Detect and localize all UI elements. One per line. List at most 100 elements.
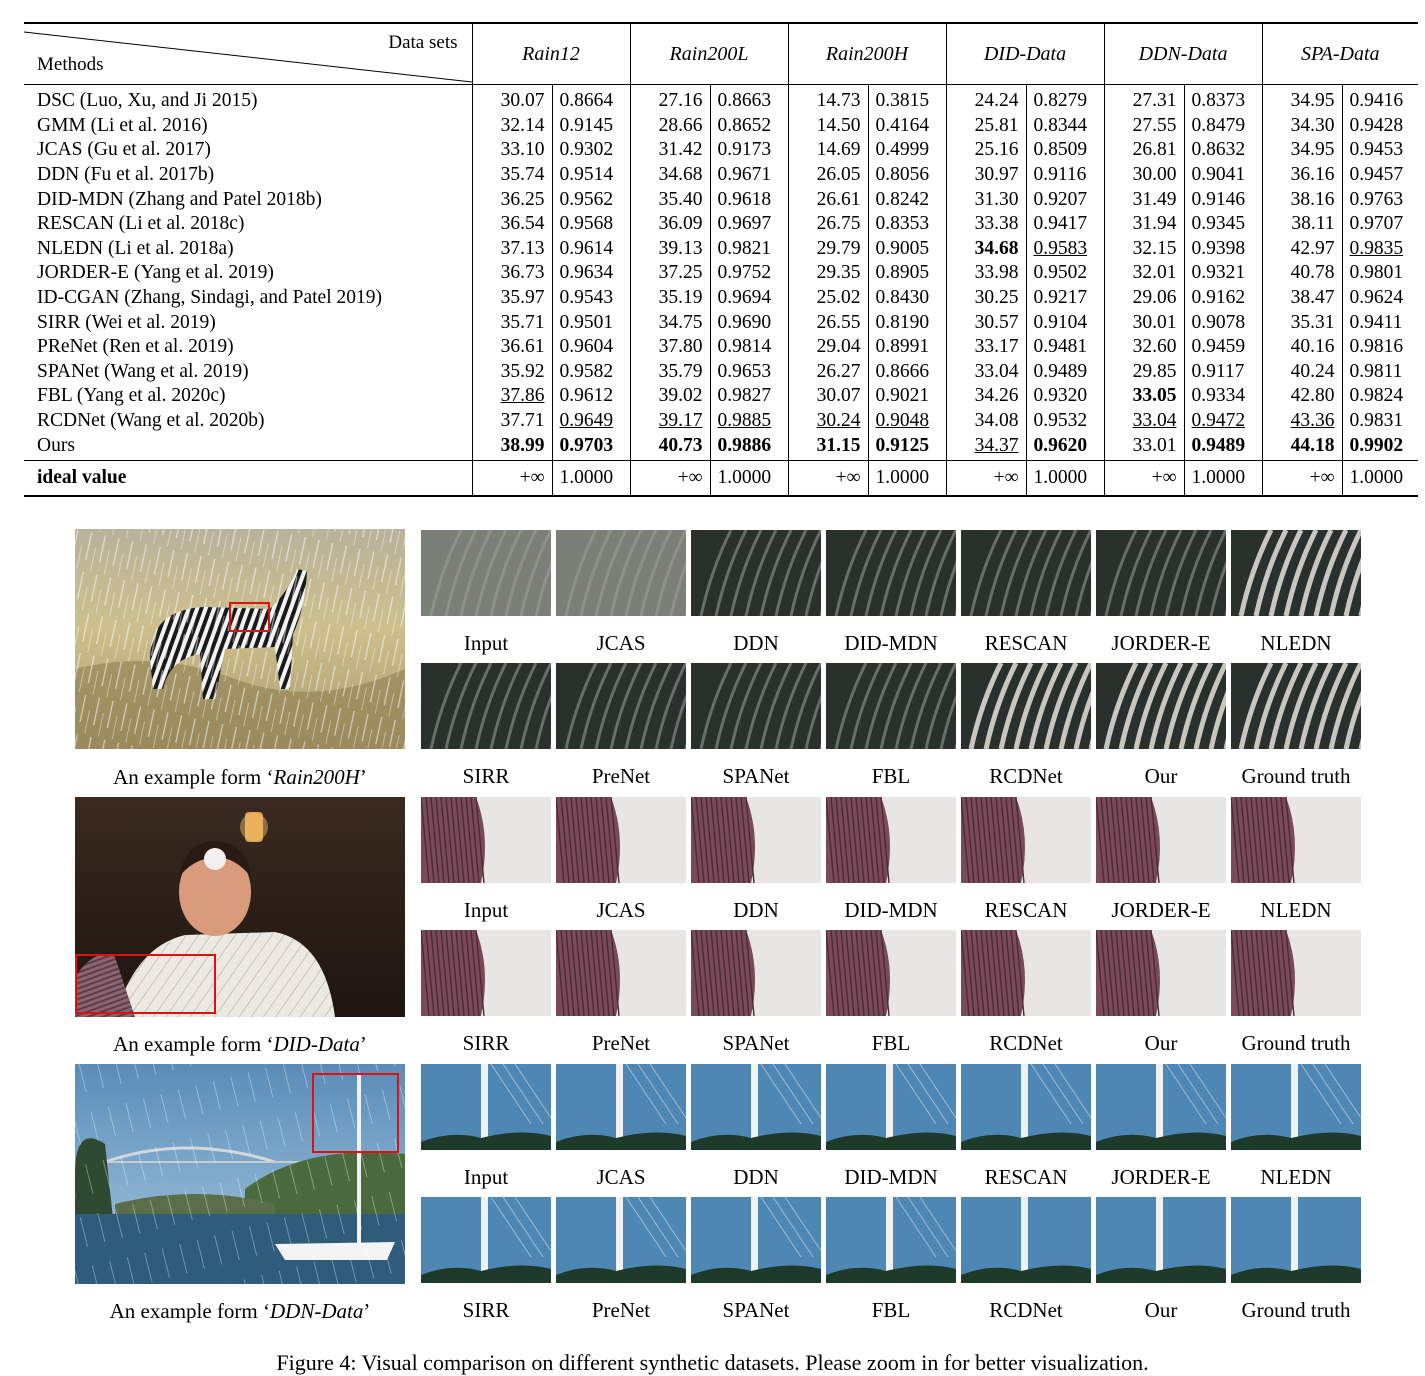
psnr-value: 37.86 [500, 385, 545, 407]
psnr-value: 32.60 [1132, 336, 1177, 358]
table-cell: 31.15 [787, 433, 868, 461]
table-cell: 26.55 [787, 310, 868, 335]
ssim-value: 0.9005 [875, 237, 930, 259]
dataset-header-spa-data: SPA-Data [1261, 23, 1419, 85]
ssim-value: 0.4999 [875, 139, 930, 161]
table-cell: 30.07 [787, 384, 868, 409]
method-label: RESCAN [984, 631, 1068, 655]
table-cell: 37.80 [629, 334, 710, 360]
ssim-value: 0.8479 [1191, 114, 1246, 136]
table-cell: 0.9568 [551, 211, 630, 237]
method-label: NLEDN [1260, 1165, 1332, 1189]
psnr-value: 29.35 [816, 262, 861, 284]
ssim-value: 0.4164 [875, 114, 930, 136]
ideal-psnr: +∞ [1261, 459, 1343, 497]
zoom-region-box [229, 602, 270, 632]
table-cell: 0.9624 [1341, 285, 1419, 311]
table-cell: 34.68 [945, 236, 1026, 262]
result-patch [826, 1064, 956, 1150]
ssim-value: 0.9502 [1033, 262, 1088, 284]
psnr-value: 36.61 [500, 336, 545, 358]
table-cell: 0.9320 [1025, 384, 1104, 409]
result-patch [691, 663, 821, 749]
table-cell: 42.97 [1261, 236, 1343, 262]
ideal-psnr: +∞ [471, 459, 552, 497]
result-patch [691, 930, 821, 1016]
ssim-value: 0.9763 [1349, 188, 1404, 210]
ideal-ssim: 1.0000 [867, 459, 946, 497]
table-cell: 27.31 [1103, 84, 1184, 114]
table-cell: 0.9827 [709, 384, 788, 409]
psnr-value: 34.30 [1290, 114, 1335, 136]
method-name: DID-MDN (Zhang and Patel 2018b) [37, 188, 322, 210]
method-label: FBL [871, 1298, 911, 1322]
caption-prefix: An example form ‘ [113, 765, 274, 789]
table-cell: 0.9671 [709, 162, 788, 188]
psnr-value: 28.66 [658, 114, 703, 136]
table-cell: 37.13 [471, 236, 552, 262]
psnr-value: 34.08 [974, 410, 1019, 432]
method-label: SPANet [722, 1031, 790, 1055]
ssim-value: 0.8190 [875, 311, 930, 333]
method-name: DDN (Fu et al. 2017b) [37, 164, 215, 186]
psnr-value: 34.68 [974, 237, 1019, 259]
ssim-value: 0.9302 [559, 139, 614, 161]
psnr-value: 26.05 [816, 164, 861, 186]
result-patch [961, 930, 1091, 1016]
ideal-ssim: 1.0000 [709, 459, 788, 497]
table-cell: 35.79 [629, 359, 710, 385]
psnr-value: 33.98 [974, 262, 1019, 284]
table-row: RCDNet (Wang et al. 2020b) 37.71 0.9649 39.… [24, 408, 1419, 434]
table-cell: 29.85 [1103, 359, 1184, 385]
psnr-value: 26.27 [816, 360, 861, 382]
table-cell: 0.9125 [867, 433, 946, 461]
psnr-value: 35.40 [658, 188, 703, 210]
table-cell: 29.79 [787, 236, 868, 262]
table-cell: 33.17 [945, 334, 1026, 360]
ssim-value: 0.8509 [1033, 139, 1088, 161]
method-label: JORDER-E [1111, 898, 1211, 922]
ssim-value: 0.9831 [1349, 410, 1404, 432]
psnr-value: 27.55 [1132, 114, 1177, 136]
ssim-value: 0.9041 [1191, 164, 1246, 186]
table-cell: 0.9811 [1341, 359, 1419, 385]
method-label: RCDNet [989, 764, 1063, 788]
psnr-value: 27.16 [658, 90, 703, 112]
result-patch [961, 797, 1091, 883]
caption-dataset: DID-Data [273, 1032, 360, 1056]
table-cell: 30.01 [1103, 310, 1184, 335]
table-cell: 40.24 [1261, 359, 1343, 385]
table-cell: 27.55 [1103, 113, 1184, 139]
ssim-value: 0.9568 [559, 213, 614, 235]
ssim-value: 0.9459 [1191, 336, 1246, 358]
ssim-value: 0.9514 [559, 164, 614, 186]
table-cell: 0.9694 [709, 285, 788, 311]
method-label: FBL [871, 1031, 911, 1055]
dataset-header-ddn-data: DDN-Data [1103, 23, 1263, 85]
table-cell: 0.9649 [551, 408, 630, 434]
table-cell: 36.25 [471, 187, 552, 212]
table-cell: 0.4999 [867, 138, 946, 163]
psnr-value: 33.05 [1132, 385, 1177, 407]
ssim-value: 0.8991 [875, 336, 930, 358]
table-cell: 26.61 [787, 187, 868, 212]
ssim-value: 0.8905 [875, 262, 930, 284]
method-label: Input [463, 898, 509, 922]
table-cell: 24.24 [945, 84, 1026, 114]
table-cell: 34.68 [629, 162, 710, 188]
table-cell: 0.9041 [1183, 162, 1263, 188]
method-label: Our [1144, 1031, 1178, 1055]
table-cell: 0.9801 [1341, 261, 1419, 286]
psnr-value: 14.50 [816, 114, 861, 136]
method-label: RCDNet [989, 1031, 1063, 1055]
ssim-value: 0.9614 [559, 237, 614, 259]
ssim-value: 0.9543 [559, 287, 614, 309]
ssim-value: 0.9583 [1033, 237, 1088, 259]
ssim-value: 0.9752 [717, 262, 772, 284]
table-cell: 0.8509 [1025, 138, 1104, 163]
caption-prefix: An example form ‘ [113, 1032, 274, 1056]
table-cell: 0.8430 [867, 285, 946, 311]
method-label: Ground truth [1241, 1298, 1351, 1322]
ideal-psnr: +∞ [1103, 459, 1184, 497]
table-cell: 32.01 [1103, 261, 1184, 286]
